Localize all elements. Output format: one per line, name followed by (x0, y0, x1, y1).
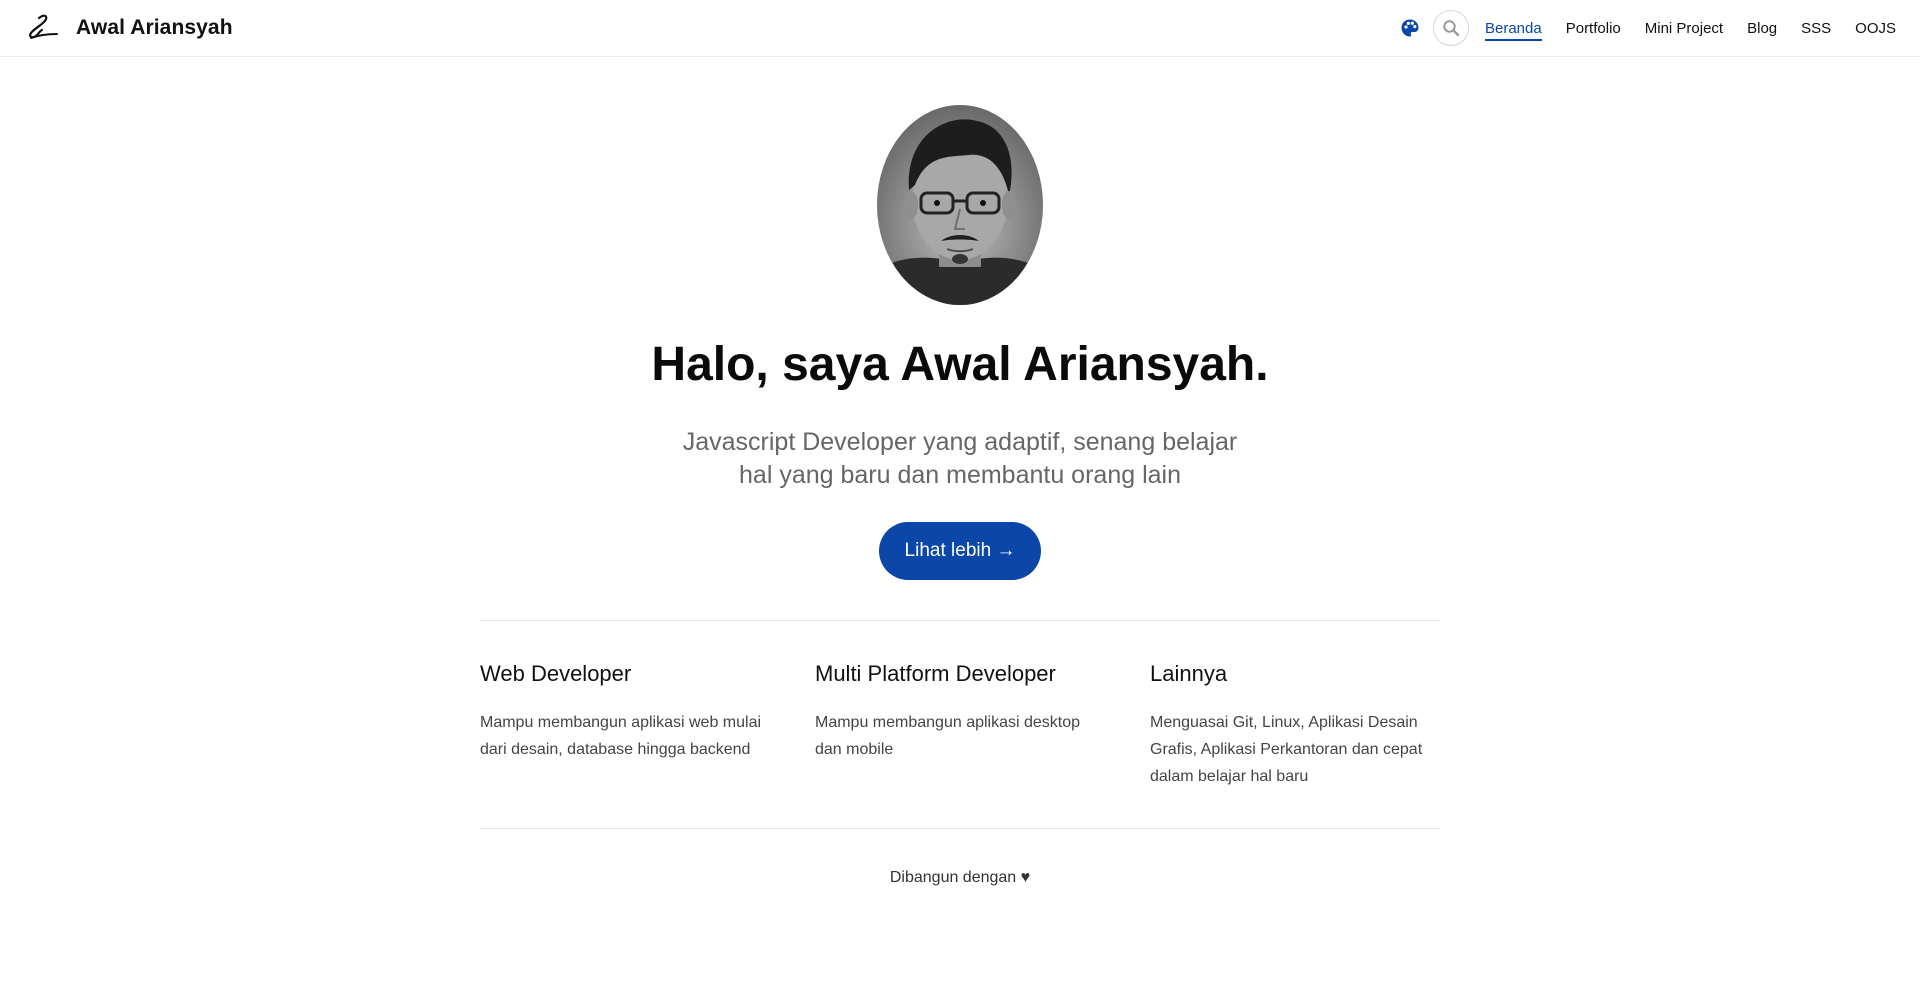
feature-desc: Mampu membangun aplikasi desktop dan mob… (815, 714, 1081, 758)
avatar (877, 105, 1043, 305)
palette-icon[interactable] (1399, 17, 1421, 39)
feature-desc: Mampu membangun aplikasi web mulai dari … (480, 714, 762, 758)
search-icon (1443, 20, 1460, 37)
nav-blog[interactable]: Blog (1747, 16, 1777, 41)
hero-subtitle: Javascript Developer yang adaptif, senan… (682, 428, 1238, 489)
hero-section: Halo, saya Awal Ariansyah. Javascript De… (0, 57, 1920, 580)
features-section: Web Developer Mampu membangun aplikasi w… (480, 620, 1440, 887)
nav-oojs[interactable]: OOJS (1855, 16, 1896, 41)
brand-name: Awal Ariansyah (76, 16, 233, 39)
nav-mini-project[interactable]: Mini Project (1645, 16, 1723, 41)
features-list: Web Developer Mampu membangun aplikasi w… (480, 621, 1440, 828)
main-nav: Beranda Portfolio Mini Project Blog SSS … (1399, 10, 1896, 46)
feature-title: Multi Platform Developer (815, 661, 1056, 686)
brand-home-link[interactable]: Awal Ariansyah (24, 10, 233, 46)
site-footer: Dibangun dengan ♥ (480, 829, 1440, 887)
nav-portfolio[interactable]: Portfolio (1566, 16, 1621, 41)
feature-web-developer: Web Developer Mampu membangun aplikasi w… (480, 661, 770, 790)
feature-lainnya: Lainnya Menguasai Git, Linux, Aplikasi D… (1150, 661, 1440, 790)
hero-title: Halo, saya Awal Ariansyah. (651, 338, 1269, 391)
feature-desc: Menguasai Git, Linux, Aplikasi Desain Gr… (1150, 714, 1423, 785)
nav-sss[interactable]: SSS (1801, 16, 1831, 41)
nav-beranda[interactable]: Beranda (1485, 16, 1542, 41)
feature-title: Web Developer (480, 661, 632, 686)
footer-text: Dibangun dengan ♥ (889, 869, 1031, 886)
feature-title: Lainnya (1150, 661, 1228, 686)
site-header: Awal Ariansyah Beranda Portfolio Mini Pr… (0, 0, 1920, 57)
signature-logo-icon (24, 10, 60, 46)
see-more-button[interactable]: Lihat lebih → (878, 522, 1042, 580)
feature-multi-platform: Multi Platform Developer Mampu membangun… (815, 661, 1105, 790)
search-button[interactable] (1433, 10, 1469, 46)
